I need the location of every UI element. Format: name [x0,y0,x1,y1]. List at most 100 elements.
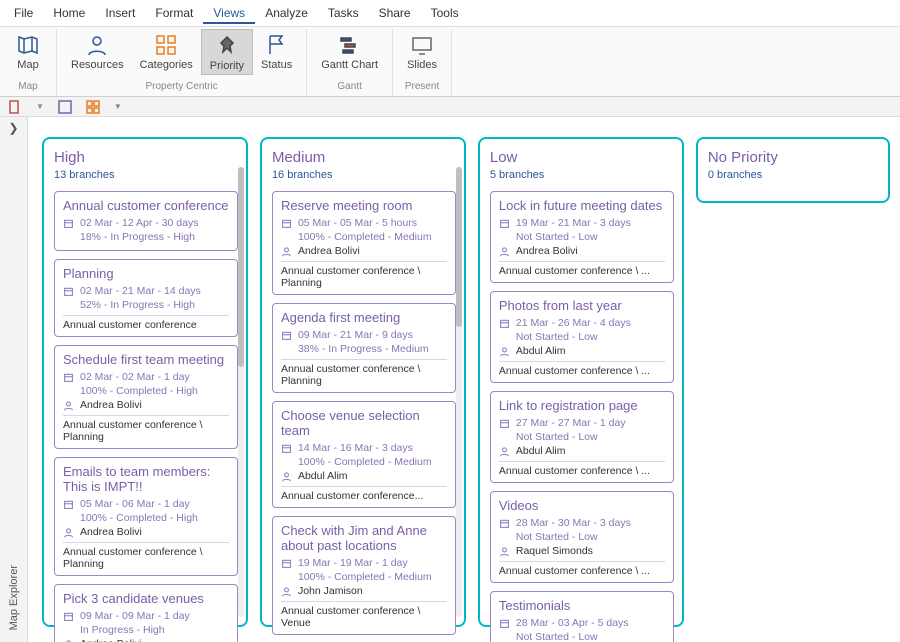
card-date: 02 Mar - 12 Apr - 30 days [80,217,198,229]
grid-small-icon[interactable] [86,100,100,114]
ribbon-group: ResourcesCategoriesPriorityStatus Propert… [57,29,307,96]
card-title: Annual customer conference [63,198,229,213]
column-count: 5 branches [490,169,674,181]
card-breadcrumb: Annual customer conference \ Planning [281,261,447,289]
card-status: 38% - In Progress - Medium [298,343,429,355]
person-icon [499,346,510,357]
card-assignee: Andrea Bolivi [80,526,142,538]
card-breadcrumb: Annual customer conference \ Planning [281,359,447,387]
task-card[interactable]: Planning02 Mar - 21 Mar - 14 days52% - I… [54,259,238,337]
ribbon-group-label: Present [405,81,439,94]
menu-analyze[interactable]: Analyze [255,2,318,24]
card-breadcrumb: Annual customer conference [63,315,229,331]
person-icon [63,639,74,642]
card-status: 18% - In Progress - High [80,231,195,243]
task-card[interactable]: Link to registration page27 Mar - 27 Mar… [490,391,674,483]
menu-file[interactable]: File [4,2,43,24]
card-assignee: Andrea Bolivi [80,399,142,411]
menu-home[interactable]: Home [43,2,95,24]
task-card[interactable]: Pick 3 candidate venues 09 Mar - 09 Mar -… [54,584,238,642]
menu-insert[interactable]: Insert [95,2,145,24]
task-card[interactable]: Testimonials28 Mar - 03 Apr - 5 daysNot … [490,591,674,642]
task-card[interactable]: Annual customer conference 02 Mar - 12 Ap… [54,191,238,251]
kanban-board: High13 branchesAnnual customer conferenc… [28,117,900,642]
scrollbar[interactable] [238,167,244,617]
task-card[interactable]: Check with Jim and Anne about past locat… [272,516,456,635]
scrollbar[interactable] [456,167,462,617]
card-status: 100% - Completed - Medium [298,571,432,583]
calendar-icon [281,218,292,229]
calendar-icon [63,499,74,510]
ribbon-gantt-chart-button[interactable]: Gantt Chart [313,29,386,73]
task-card[interactable]: Photos from last year21 Mar - 26 Mar - 4… [490,291,674,383]
person-icon [499,446,510,457]
task-card[interactable]: Choose venue selection team14 Mar - 16 M… [272,401,456,508]
ribbon-priority-button[interactable]: Priority [201,29,253,75]
menu-share[interactable]: Share [369,2,421,24]
card-status: 100% - Completed - Medium [298,231,432,243]
card-title: Pick 3 candidate venues [63,591,229,606]
calendar-icon [63,218,74,229]
card-date: 05 Mar - 05 Mar - 5 hours [298,217,417,229]
person-icon [281,586,292,597]
save-icon[interactable] [58,100,72,114]
ribbon-group-label: Gantt [337,81,361,94]
ribbon-group: Slides Present [393,29,452,96]
side-panel-label: Map Explorer [8,565,20,630]
ribbon-resources-button[interactable]: Resources [63,29,132,75]
card-title: Emails to team members: This is IMPT!! [63,464,229,494]
dropdown-caret-icon[interactable]: ▼ [114,102,122,111]
card-date: 27 Mar - 27 Mar - 1 day [516,417,626,429]
menu-bar: FileHomeInsertFormatViewsAnalyzeTasksSha… [0,0,900,27]
column-title: Medium [272,149,456,166]
menu-tasks[interactable]: Tasks [318,2,369,24]
quick-toolbar: ▼ ▼ [0,97,900,117]
map-icon [16,33,40,57]
dropdown-caret-icon[interactable]: ▼ [36,102,44,111]
calendar-icon [63,286,74,297]
calendar-icon [281,558,292,569]
ribbon-group: Gantt Chart Gantt [307,29,393,96]
calendar-icon [63,372,74,383]
menu-tools[interactable]: Tools [421,2,469,24]
card-title: Schedule first team meeting [63,352,229,367]
calendar-icon [499,418,510,429]
card-status: Not Started - Low [516,331,598,343]
column-low: Low5 branchesLock in future meeting date… [478,137,684,627]
ribbon-slides-button[interactable]: Slides [399,29,445,73]
ribbon-map-button[interactable]: Map [6,29,50,73]
card-date: 02 Mar - 21 Mar - 14 days [80,285,201,297]
card-title: Photos from last year [499,298,665,313]
card-breadcrumb: Annual customer conference \ ... [499,461,665,477]
card-date: 09 Mar - 09 Mar - 1 day [80,610,190,622]
ribbon-categories-button[interactable]: Categories [132,29,201,75]
card-status: 52% - In Progress - High [80,299,195,311]
card-assignee: Andrea Bolivi [80,638,142,642]
task-card[interactable]: Emails to team members: This is IMPT!!05… [54,457,238,576]
card-assignee: Andrea Bolivi [516,245,578,257]
expand-panel-icon[interactable]: ❯ [8,121,18,135]
task-card[interactable]: Reserve meeting room05 Mar - 05 Mar - 5 … [272,191,456,295]
menu-views[interactable]: Views [203,2,255,24]
clipboard-icon[interactable] [8,100,22,114]
task-card[interactable]: Agenda first meeting09 Mar - 21 Mar - 9 … [272,303,456,393]
task-card[interactable]: Lock in future meeting dates19 Mar - 21 … [490,191,674,283]
calendar-icon [499,218,510,229]
gantt-icon [338,33,362,57]
card-breadcrumb: Annual customer conference \ ... [499,561,665,577]
card-breadcrumb: Annual customer conference \ ... [499,261,665,277]
card-assignee: Abdul Alim [298,470,348,482]
calendar-icon [281,443,292,454]
card-status: Not Started - Low [516,431,598,443]
task-card[interactable]: Videos28 Mar - 30 Mar - 3 daysNot Starte… [490,491,674,583]
ribbon-group-label: Property Centric [145,81,217,94]
calendar-icon [281,330,292,341]
ribbon-status-button[interactable]: Status [253,29,300,75]
calendar-icon [63,611,74,622]
card-date: 09 Mar - 21 Mar - 9 days [298,329,413,341]
calendar-icon [499,518,510,529]
flag-icon [265,33,289,57]
card-date: 19 Mar - 21 Mar - 3 days [516,217,631,229]
menu-format[interactable]: Format [145,2,203,24]
task-card[interactable]: Schedule first team meeting02 Mar - 02 M… [54,345,238,449]
